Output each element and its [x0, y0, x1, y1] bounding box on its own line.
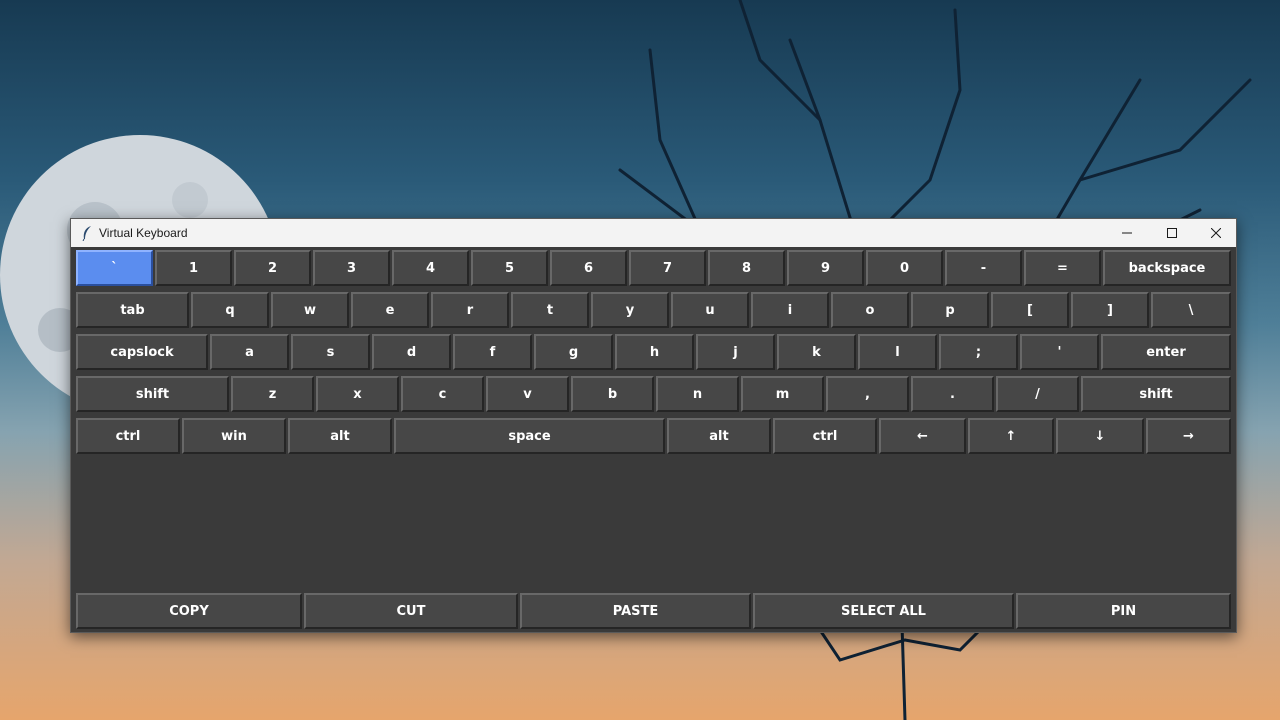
key-comma[interactable]: , [826, 376, 909, 412]
virtual-keyboard-window: Virtual Keyboard ` 1 2 3 4 5 6 7 8 9 0 -… [70, 218, 1237, 633]
key-1[interactable]: 1 [155, 250, 232, 286]
key-period[interactable]: . [911, 376, 994, 412]
key-arrow-right[interactable]: → [1146, 418, 1231, 454]
key-backtick[interactable]: ` [76, 250, 153, 286]
key-s[interactable]: s [291, 334, 370, 370]
cut-button[interactable]: CUT [304, 593, 518, 629]
minimize-icon [1122, 232, 1132, 234]
maximize-icon [1167, 228, 1177, 238]
key-ctrl-right[interactable]: ctrl [773, 418, 877, 454]
key-4[interactable]: 4 [392, 250, 469, 286]
key-backslash[interactable]: \ [1151, 292, 1231, 328]
key-3[interactable]: 3 [313, 250, 390, 286]
key-d[interactable]: d [372, 334, 451, 370]
key-capslock[interactable]: capslock [76, 334, 208, 370]
key-h[interactable]: h [615, 334, 694, 370]
maximize-button[interactable] [1149, 219, 1195, 247]
keyboard-area: ` 1 2 3 4 5 6 7 8 9 0 - = backspace tab … [71, 247, 1236, 632]
key-alt-left[interactable]: alt [288, 418, 392, 454]
key-o[interactable]: o [831, 292, 909, 328]
key-semicolon[interactable]: ; [939, 334, 1018, 370]
key-r[interactable]: r [431, 292, 509, 328]
key-enter[interactable]: enter [1101, 334, 1231, 370]
key-p[interactable]: p [911, 292, 989, 328]
key-5[interactable]: 5 [471, 250, 548, 286]
key-e[interactable]: e [351, 292, 429, 328]
key-shift-right[interactable]: shift [1081, 376, 1231, 412]
close-button[interactable] [1193, 219, 1239, 247]
key-z[interactable]: z [231, 376, 314, 412]
key-b[interactable]: b [571, 376, 654, 412]
key-right-bracket[interactable]: ] [1071, 292, 1149, 328]
select-all-button[interactable]: SELECT ALL [753, 593, 1014, 629]
key-slash[interactable]: / [996, 376, 1079, 412]
key-v[interactable]: v [486, 376, 569, 412]
key-tab[interactable]: tab [76, 292, 189, 328]
key-9[interactable]: 9 [787, 250, 864, 286]
key-quote[interactable]: ' [1020, 334, 1099, 370]
key-equals[interactable]: = [1024, 250, 1101, 286]
key-u[interactable]: u [671, 292, 749, 328]
key-left-bracket[interactable]: [ [991, 292, 1069, 328]
key-8[interactable]: 8 [708, 250, 785, 286]
key-arrow-up[interactable]: ↑ [968, 418, 1054, 454]
key-x[interactable]: x [316, 376, 399, 412]
key-arrow-down[interactable]: ↓ [1056, 418, 1144, 454]
key-space[interactable]: space [394, 418, 665, 454]
key-minus[interactable]: - [945, 250, 1022, 286]
key-t[interactable]: t [511, 292, 589, 328]
title-bar[interactable]: Virtual Keyboard [71, 219, 1236, 247]
key-arrow-left[interactable]: ← [879, 418, 966, 454]
close-icon [1211, 228, 1221, 238]
key-c[interactable]: c [401, 376, 484, 412]
key-k[interactable]: k [777, 334, 856, 370]
key-0[interactable]: 0 [866, 250, 943, 286]
copy-button[interactable]: COPY [76, 593, 302, 629]
paste-button[interactable]: PASTE [520, 593, 751, 629]
key-ctrl-left[interactable]: ctrl [76, 418, 180, 454]
key-g[interactable]: g [534, 334, 613, 370]
key-win[interactable]: win [182, 418, 286, 454]
key-a[interactable]: a [210, 334, 289, 370]
feather-icon [82, 226, 91, 241]
window-title: Virtual Keyboard [99, 226, 188, 240]
pin-button[interactable]: PIN [1016, 593, 1231, 629]
key-6[interactable]: 6 [550, 250, 627, 286]
key-j[interactable]: j [696, 334, 775, 370]
key-l[interactable]: l [858, 334, 937, 370]
key-i[interactable]: i [751, 292, 829, 328]
key-backspace[interactable]: backspace [1103, 250, 1231, 286]
key-n[interactable]: n [656, 376, 739, 412]
key-q[interactable]: q [191, 292, 269, 328]
minimize-button[interactable] [1104, 219, 1150, 247]
key-2[interactable]: 2 [234, 250, 311, 286]
key-y[interactable]: y [591, 292, 669, 328]
key-shift-left[interactable]: shift [76, 376, 229, 412]
key-alt-right[interactable]: alt [667, 418, 771, 454]
key-w[interactable]: w [271, 292, 349, 328]
key-f[interactable]: f [453, 334, 532, 370]
key-m[interactable]: m [741, 376, 824, 412]
key-7[interactable]: 7 [629, 250, 706, 286]
